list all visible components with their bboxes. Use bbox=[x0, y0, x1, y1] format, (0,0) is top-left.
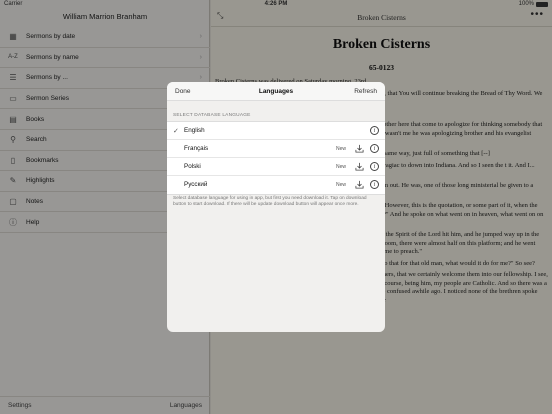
new-badge: New bbox=[335, 182, 346, 188]
checkmark-icon: ✓ bbox=[173, 128, 179, 135]
language-row[interactable]: ✓ English i bbox=[167, 122, 385, 140]
section-header: SELECT DATABASE LANGUAGE bbox=[173, 113, 251, 118]
language-list: ✓ English i Français New i Polski New i Русский Ne… bbox=[167, 121, 385, 195]
language-name: English bbox=[184, 127, 205, 134]
language-name: Français bbox=[184, 145, 209, 152]
new-badge: New bbox=[335, 146, 346, 152]
language-name: Polski bbox=[184, 163, 201, 170]
battery-indicator: 100% bbox=[519, 1, 548, 7]
battery-icon bbox=[536, 1, 548, 7]
info-icon[interactable]: i bbox=[370, 162, 379, 171]
info-icon[interactable]: i bbox=[370, 144, 379, 153]
status-bar: Carrier 4:26 PM 100% bbox=[0, 0, 552, 10]
modal-title: Languages bbox=[258, 88, 294, 95]
language-row[interactable]: Français New i bbox=[167, 140, 385, 158]
download-icon[interactable] bbox=[355, 144, 364, 153]
modal-navbar: Done Languages Refresh bbox=[167, 82, 385, 101]
modal-footnote: Select database language for using in ap… bbox=[173, 196, 367, 208]
language-row[interactable]: Polski New i bbox=[167, 158, 385, 176]
languages-modal: Done Languages Refresh SELECT DATABASE L… bbox=[167, 82, 385, 332]
language-row[interactable]: Русский New i bbox=[167, 176, 385, 194]
download-icon[interactable] bbox=[355, 162, 364, 171]
info-icon[interactable]: i bbox=[370, 126, 379, 135]
refresh-button[interactable]: Refresh bbox=[354, 88, 377, 95]
new-badge: New bbox=[335, 164, 346, 170]
battery-percent: 100% bbox=[518, 1, 534, 7]
status-time: 4:26 PM bbox=[264, 1, 288, 7]
download-icon[interactable] bbox=[355, 180, 364, 189]
language-name: Русский bbox=[184, 181, 208, 188]
info-icon[interactable]: i bbox=[370, 180, 379, 189]
